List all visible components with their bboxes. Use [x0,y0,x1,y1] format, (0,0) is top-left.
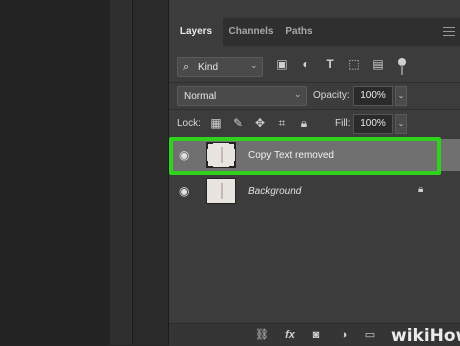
new-group-icon[interactable]: ▭ [363,328,377,342]
layer-name: Background [248,186,302,197]
wikihow-watermark: wikiHow [391,326,460,346]
panel-tab-bar: Layers Channels Paths [169,18,460,46]
opacity-dropdown-icon[interactable]: ⌄ [395,86,407,106]
eye-icon[interactable]: ◉ [179,185,193,197]
lock-label: Lock: [177,118,201,129]
lock-all-icon[interactable]: 🔒︎ [297,116,311,130]
image-filter-icon[interactable]: ▣ [275,57,289,71]
filter-toggle-stem [401,65,403,75]
shape-filter-icon[interactable]: ⬚ [347,57,361,71]
divider [169,82,460,83]
lock-row: Lock: ▦ ✎ ✥ ⌗ 🔒︎ Fill: 100% ⌄ [169,112,460,136]
opacity-field[interactable]: 100% [353,86,393,106]
blend-mode-value: Normal [184,91,217,102]
search-icon: ⌕ [183,61,190,73]
canvas-scrollbar[interactable] [110,0,133,345]
layers-bottom-toolbar: ⛓ fx ◙ ◑ ▭ wikiHow [169,323,460,346]
lock-artboard-icon[interactable]: ⌗ [275,116,289,130]
opacity-label: Opacity: [313,90,350,101]
layers-panel: Layers Channels Paths ⌕ Kind ⌄ ▣ ◐ T ⬚ ▤… [168,0,460,346]
blend-mode-select[interactable]: Normal ⌄ [177,86,307,106]
chevron-down-icon: ⌄ [294,89,302,99]
adjustment-layer-icon[interactable]: ◑ [337,328,351,342]
lock-transparent-pixels-icon[interactable]: ▦ [209,116,223,130]
lock-icon: 🔒︎ [418,184,424,195]
add-mask-icon[interactable]: ◙ [309,328,323,342]
selection-highlight [169,137,441,175]
panel-menu-icon[interactable] [443,27,455,37]
divider [169,109,460,110]
fill-field[interactable]: 100% [353,114,393,134]
panel-gutter [133,0,168,345]
tab-channels[interactable]: Channels [223,18,279,46]
link-layers-icon[interactable]: ⛓ [255,328,269,342]
canvas-area [0,0,110,345]
layer-thumbnail [206,178,236,204]
fill-dropdown-icon[interactable]: ⌄ [395,114,407,134]
adjustment-filter-icon[interactable]: ◐ [299,57,313,71]
filter-row: ⌕ Kind ⌄ [169,53,460,81]
kind-label: Kind [198,62,219,73]
fx-icon[interactable]: fx [283,328,297,342]
layer-row[interactable]: ◉ Background 🔒︎ [169,175,460,207]
tab-paths[interactable]: Paths [279,18,319,46]
tab-layers[interactable]: Layers [169,18,223,46]
fill-label: Fill: [335,118,351,129]
chevron-down-icon: ⌄ [250,60,258,70]
lock-position-icon[interactable]: ✥ [253,116,267,130]
smart-object-filter-icon[interactable]: ▤ [371,57,385,71]
blend-row: Normal ⌄ Opacity: 100% ⌄ [169,84,460,108]
lock-image-pixels-icon[interactable]: ✎ [231,116,245,130]
kind-filter-select[interactable]: ⌕ Kind ⌄ [177,57,263,77]
type-filter-icon[interactable]: T [323,57,337,71]
